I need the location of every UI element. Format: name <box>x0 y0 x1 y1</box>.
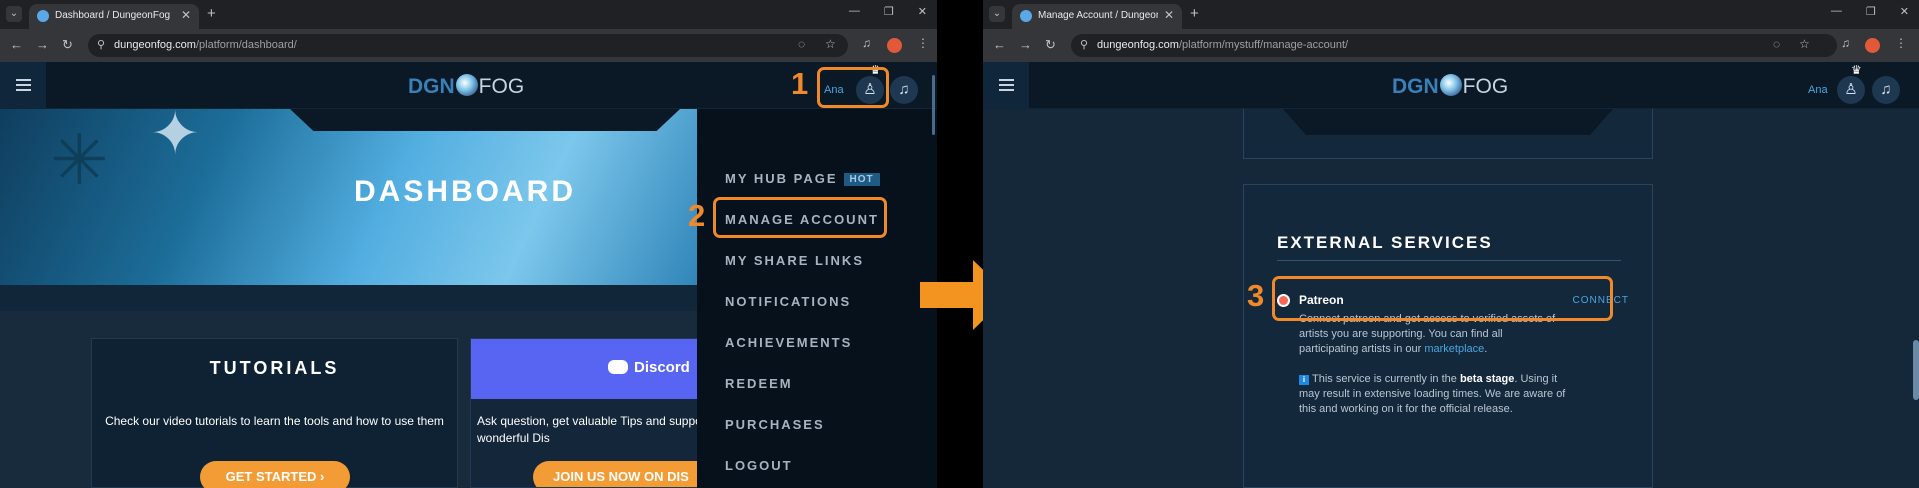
discord-logo: Discord <box>608 359 690 376</box>
tab-search-icon[interactable]: ⌄ <box>6 6 22 22</box>
tutorials-text: Check our video tutorials to learn the t… <box>105 414 444 428</box>
back-icon[interactable]: ← <box>993 37 1006 52</box>
tutorials-title: TUTORIALS <box>209 358 340 378</box>
discord-card: Discord Ask question, get valuable Tips … <box>470 338 700 488</box>
favicon-icon <box>1020 10 1032 22</box>
hamburger-menu-icon[interactable] <box>983 62 1029 109</box>
chrome-menu-icon[interactable]: ⋮ <box>1895 36 1907 50</box>
close-window-icon[interactable]: ✕ <box>918 5 927 18</box>
back-icon[interactable]: ← <box>10 37 23 52</box>
bookmark-star-icon[interactable]: ☆ <box>825 37 836 51</box>
forward-icon[interactable]: → <box>1019 37 1032 52</box>
beta-notice: i This service is currently in the beta s… <box>1299 373 1566 415</box>
crown-icon: ♛ <box>1851 63 1862 77</box>
step-number-3: 3 <box>1247 278 1265 313</box>
media-controls-icon[interactable]: ♫ <box>1841 36 1850 50</box>
hamburger-menu-icon[interactable] <box>0 62 46 109</box>
join-discord-button[interactable]: JOIN US NOW ON DIS <box>533 461 699 487</box>
get-started-button[interactable]: GET STARTED › <box>200 461 350 488</box>
reload-icon[interactable]: ↻ <box>62 37 73 53</box>
browser-window-dashboard: ⌄ Dashboard / DungeonFog ✕ + — ❐ ✕ ← → ↻… <box>0 0 937 488</box>
reload-icon[interactable]: ↻ <box>1045 37 1056 53</box>
browser-window-manage-account: ⌄ Manage Account / DungeonFog ✕ + — ❐ ✕ … <box>983 0 1919 488</box>
arrow-right-icon <box>920 282 976 308</box>
window-controls: — ❐ ✕ <box>1831 5 1909 18</box>
external-services-panel: EXTERNAL SERVICES Patreon CONNECT Connec… <box>1243 184 1653 488</box>
site-header: DGN FOG Ana ♙ ♛ ♫ <box>983 62 1919 109</box>
tab-dashboard[interactable]: Dashboard / DungeonFog ✕ <box>29 4 199 29</box>
discord-text: Ask question, get valuable Tips and supp… <box>477 414 699 445</box>
scrollbar[interactable] <box>1913 340 1919 400</box>
restore-icon[interactable]: ❐ <box>884 5 894 18</box>
tab-title: Dashboard / DungeonFog <box>55 10 171 21</box>
address-bar-row: ← → ↻ ⚲ dungeonfog.com/platform/dashboar… <box>0 29 937 62</box>
dungeonfog-logo[interactable]: DGN FOG <box>1392 74 1508 99</box>
highlight-user-icon <box>817 67 889 108</box>
user-icon[interactable]: ♙ <box>1837 76 1865 104</box>
minimize-icon[interactable]: — <box>1831 5 1842 18</box>
new-tab-icon[interactable]: + <box>207 5 216 22</box>
gem-icon <box>455 74 478 96</box>
discord-icon <box>608 360 628 374</box>
hot-badge: HOT <box>843 173 880 186</box>
page-title: DASHBOARD <box>354 175 576 208</box>
restore-icon[interactable]: ❐ <box>1866 5 1876 18</box>
pine-branch-icon: ✳ <box>50 121 109 199</box>
minimize-icon[interactable]: — <box>849 5 860 18</box>
bell-icon[interactable]: ♫ <box>890 76 918 104</box>
menu-item-logout[interactable]: LOGOUT <box>725 458 793 473</box>
step-number-2: 2 <box>688 198 706 233</box>
section-title: EXTERNAL SERVICES <box>1277 233 1493 252</box>
user-dropdown-menu: MY HUB PAGE HOT MANAGE ACCOUNT MY SHARE L… <box>697 109 937 488</box>
site-info-icon[interactable]: ⚲ <box>97 38 105 51</box>
eye-off-icon[interactable]: ◌ <box>798 37 805 51</box>
bookmark-star-icon[interactable]: ☆ <box>1799 37 1810 51</box>
tab-strip: ⌄ Manage Account / DungeonFog ✕ + — ❐ ✕ <box>983 0 1919 29</box>
extension-icon[interactable] <box>1865 38 1880 53</box>
extension-icon[interactable] <box>887 38 902 53</box>
tab-title: Manage Account / DungeonFog <box>1038 10 1158 21</box>
highlight-patreon-row <box>1272 276 1613 321</box>
marketplace-link[interactable]: marketplace <box>1424 343 1484 355</box>
window-controls: — ❐ ✕ <box>849 5 927 18</box>
tab-strip: ⌄ Dashboard / DungeonFog ✕ + — ❐ ✕ <box>0 0 937 29</box>
menu-item-achievements[interactable]: ACHIEVEMENTS <box>725 335 852 350</box>
menu-item-purchases[interactable]: PURCHASES <box>725 417 825 432</box>
menu-item-share-links[interactable]: MY SHARE LINKS <box>725 253 864 268</box>
media-controls-icon[interactable]: ♫ <box>862 36 871 50</box>
close-tab-icon[interactable]: ✕ <box>181 8 191 22</box>
dungeonfog-logo[interactable]: DGN FOG <box>408 74 524 99</box>
info-icon: i <box>1299 375 1309 385</box>
close-tab-icon[interactable]: ✕ <box>1164 8 1174 22</box>
address-bar-row: ← → ↻ ⚲ dungeonfog.com/platform/mystuff/… <box>983 29 1919 62</box>
chevron-right-icon: › <box>320 469 325 484</box>
divider <box>1277 260 1621 261</box>
step-number-1: 1 <box>791 66 809 101</box>
menu-item-notifications[interactable]: NOTIFICATIONS <box>725 294 851 309</box>
url-field[interactable]: ⚲ dungeonfog.com/platform/dashboard/ ◌ ☆ <box>88 34 848 57</box>
tab-manage-account[interactable]: Manage Account / DungeonFog ✕ <box>1012 4 1182 29</box>
menu-item-redeem[interactable]: REDEEM <box>725 376 793 391</box>
menu-item-hub-page[interactable]: MY HUB PAGE HOT <box>725 171 880 186</box>
tab-search-icon[interactable]: ⌄ <box>989 6 1005 22</box>
username-label[interactable]: Ana <box>1808 84 1828 96</box>
highlight-manage-account <box>713 197 887 238</box>
scrollbar[interactable] <box>932 75 935 135</box>
bell-icon[interactable]: ♫ <box>1872 76 1900 104</box>
forward-icon[interactable]: → <box>36 37 49 52</box>
tutorials-card: TUTORIALS Check our video tutorials to l… <box>91 338 458 488</box>
eye-off-icon[interactable]: ◌ <box>1773 37 1780 51</box>
favicon-icon <box>37 10 49 22</box>
new-tab-icon[interactable]: + <box>1190 5 1199 22</box>
site-info-icon[interactable]: ⚲ <box>1080 38 1088 51</box>
gem-icon <box>1439 74 1462 96</box>
star-ornament-icon: ✦ <box>150 100 201 167</box>
close-window-icon[interactable]: ✕ <box>1900 5 1909 18</box>
url-field[interactable]: ⚲ dungeonfog.com/platform/mystuff/manage… <box>1071 34 1837 57</box>
chrome-menu-icon[interactable]: ⋮ <box>917 36 929 50</box>
